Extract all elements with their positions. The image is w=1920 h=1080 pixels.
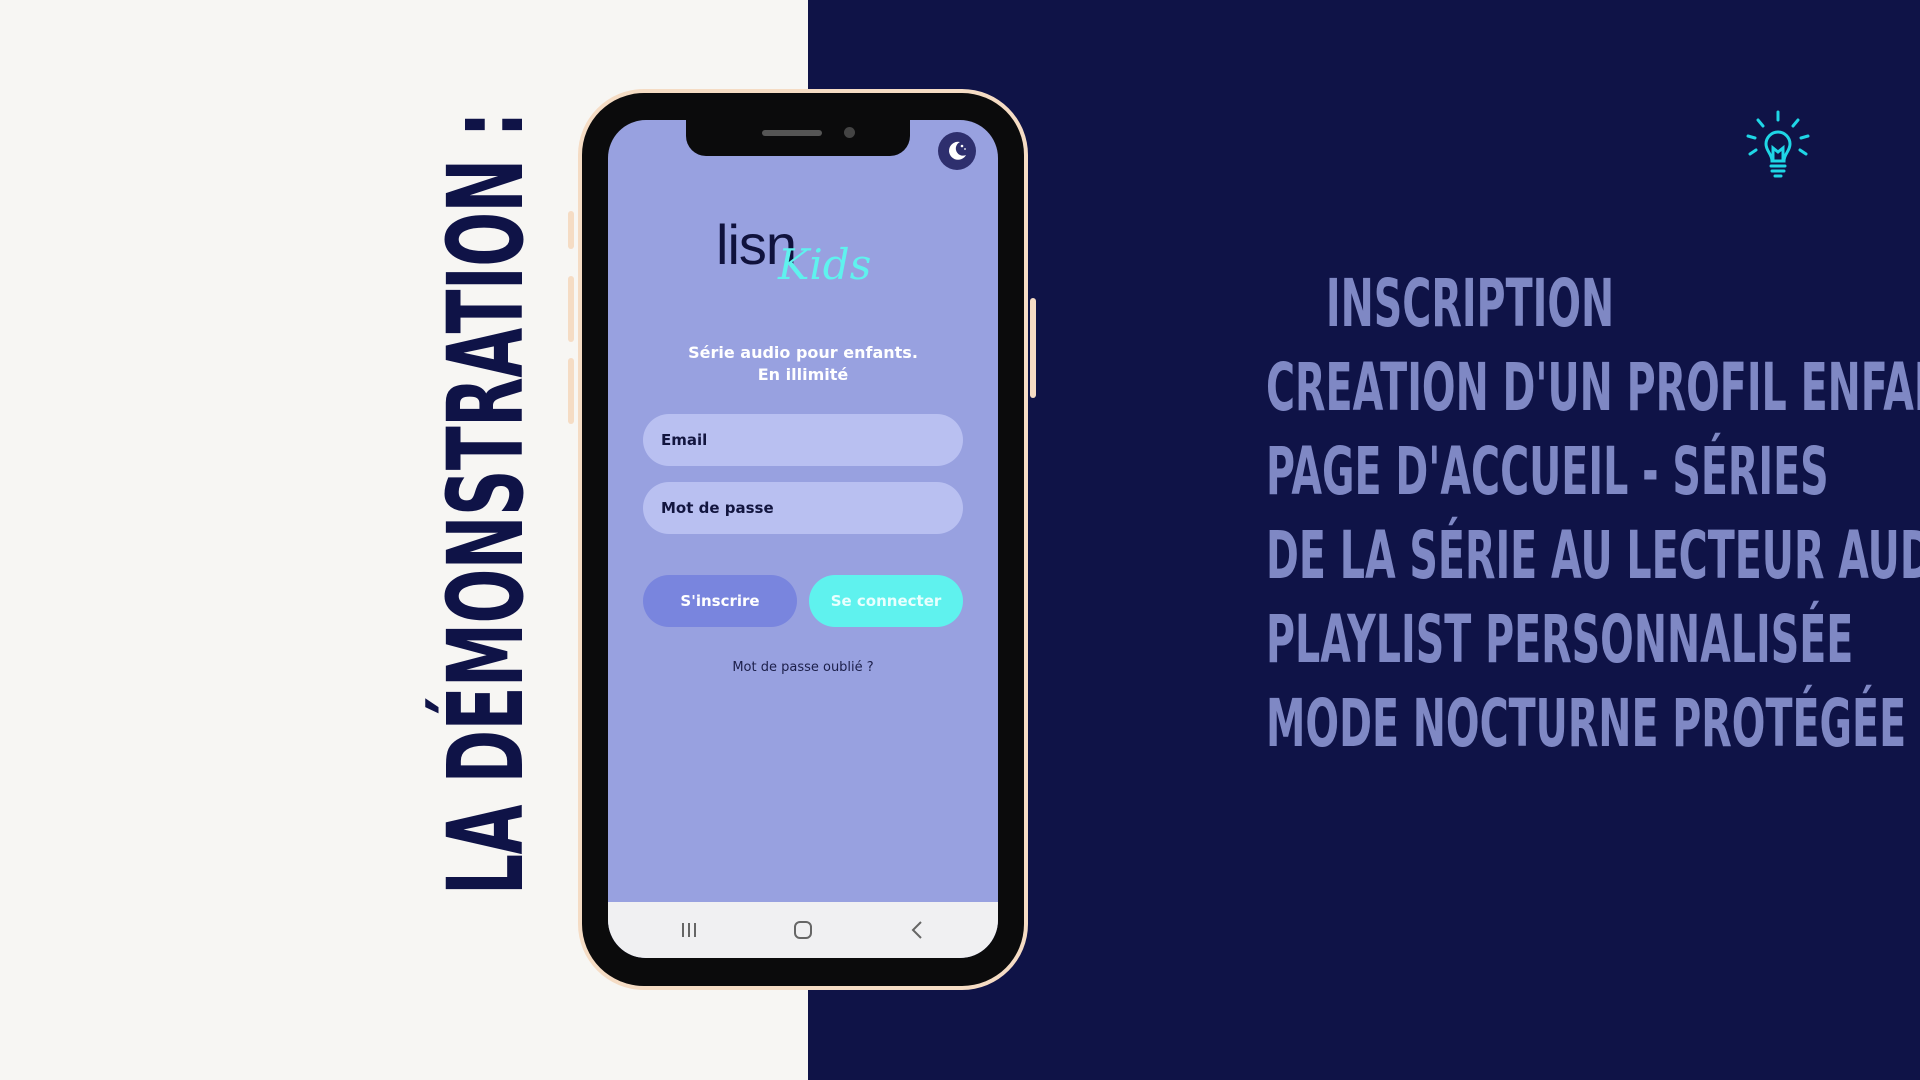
feature-item: CREATION D'UN PROFIL ENFANT xyxy=(1266,349,1920,426)
feature-item: PLAYLIST PERSONNALISÉE xyxy=(1266,601,1854,678)
phone-side-button xyxy=(568,358,574,424)
password-placeholder: Mot de passe xyxy=(661,499,774,517)
tagline-line-1: Série audio pour enfants. xyxy=(688,343,918,362)
tagline-line-2: En illimité xyxy=(757,365,849,384)
home-icon xyxy=(794,921,812,939)
feature-item: INSCRIPTION xyxy=(1325,265,1615,342)
phone-speaker xyxy=(762,130,822,136)
feature-list: INSCRIPTION CREATION D'UN PROFIL ENFANT … xyxy=(1130,262,1920,766)
register-button[interactable]: S'inscrire xyxy=(643,575,797,627)
feature-item: PAGE D'ACCUEIL - SÉRIES xyxy=(1266,433,1829,510)
recent-apps-button[interactable] xyxy=(674,916,704,944)
back-icon xyxy=(911,921,922,939)
android-nav-bar xyxy=(608,902,998,958)
phone-camera xyxy=(844,127,855,138)
back-button[interactable] xyxy=(902,916,932,944)
slide-title: LA DÉMONSTRATION : xyxy=(425,112,547,895)
phone-mockup: lisn Kids Série audio pour enfants. En i… xyxy=(568,93,1036,986)
email-field[interactable]: Email xyxy=(643,414,963,466)
feature-item: MODE NOCTURNE PROTÉGÉE xyxy=(1266,685,1907,762)
phone-side-button xyxy=(568,276,574,342)
home-button[interactable] xyxy=(788,916,818,944)
night-mode-button[interactable] xyxy=(938,132,976,170)
login-button[interactable]: Se connecter xyxy=(809,575,963,627)
recent-apps-icon xyxy=(682,923,696,937)
app-screen: lisn Kids Série audio pour enfants. En i… xyxy=(608,120,998,958)
phone-side-button xyxy=(1030,298,1036,398)
tagline: Série audio pour enfants. En illimité xyxy=(608,342,998,386)
app-logo: lisn Kids xyxy=(716,212,896,302)
feature-item: DE LA SÉRIE AU LECTEUR AUDIO xyxy=(1266,517,1920,594)
password-field[interactable]: Mot de passe xyxy=(643,482,963,534)
moon-icon xyxy=(949,141,966,160)
phone-side-button xyxy=(568,211,574,249)
phone-notch xyxy=(686,120,910,156)
forgot-password-link[interactable]: Mot de passe oublié ? xyxy=(608,660,998,675)
logo-kids: Kids xyxy=(778,240,872,289)
email-placeholder: Email xyxy=(661,431,708,449)
lightbulb-icon xyxy=(1746,110,1810,178)
